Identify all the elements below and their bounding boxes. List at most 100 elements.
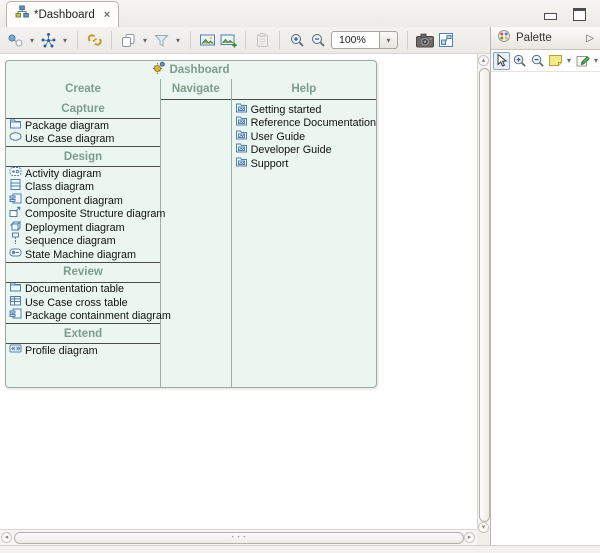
scroll-down-icon: ▾	[482, 524, 486, 531]
item-deployment-diagram[interactable]: Deployment diagram	[6, 221, 160, 235]
item-documentation-table[interactable]: Documentation table	[6, 283, 160, 297]
navigate-header: Navigate	[161, 79, 231, 100]
filter-button[interactable]	[152, 30, 171, 50]
item-profile-diagram[interactable]: Profile diagram	[6, 344, 160, 358]
item-developer-guide[interactable]: Developer Guide	[232, 144, 376, 158]
note-tool-dropdown-icon[interactable]: ▾	[565, 56, 573, 65]
scroll-right-icon: ▸	[468, 534, 472, 541]
navigate-column: Navigate	[161, 79, 232, 387]
window-bottom-strip	[0, 545, 600, 553]
create-header: Create	[6, 79, 160, 99]
diagram-canvas[interactable]: Dashboard Create Capture Package diagram…	[0, 54, 477, 529]
zoom-level-value[interactable]: 100%	[331, 31, 379, 49]
copy-dropdown-icon[interactable]: ▾	[140, 36, 150, 45]
vertical-scrollbar[interactable]: ▴ ▾	[477, 54, 490, 529]
diagram-toolbar: ▾ ▾ ▾ ▾ 100% ▾	[0, 27, 490, 54]
toolbar-separator	[111, 31, 112, 49]
layout-button[interactable]	[39, 30, 58, 50]
toolbar-separator	[279, 31, 280, 49]
extend-section-header: Extend	[6, 323, 160, 344]
application-window: *Dashboard × ▾ ▾ ▾ ▾ 100% ▾	[0, 0, 600, 553]
maximize-view-button[interactable]	[573, 8, 586, 21]
tab-close-icon[interactable]: ×	[104, 9, 110, 21]
minimize-view-button[interactable]	[544, 13, 557, 20]
scroll-up-button[interactable]: ▴	[478, 55, 489, 66]
palette-zoom-out-button[interactable]	[529, 52, 546, 70]
tab-title: *Dashboard	[34, 9, 95, 21]
create-column: Create Capture Package diagram Use Case …	[6, 79, 161, 387]
zoom-in-button[interactable]	[287, 30, 306, 50]
layout-dropdown-icon[interactable]: ▾	[60, 36, 70, 45]
palette-panel: Palette ▷ ▾ ▾	[490, 27, 600, 545]
item-state-machine-diagram[interactable]: State Machine diagram	[6, 248, 160, 262]
copy-button[interactable]	[119, 30, 138, 50]
scroll-left-icon: ◂	[5, 534, 9, 541]
state-machine-icon	[9, 246, 22, 264]
item-getting-started[interactable]: Getting started	[232, 103, 376, 117]
capture-section-header: Capture	[6, 99, 160, 119]
item-reference-documentation[interactable]: Reference Documentation	[232, 117, 376, 131]
note-tool-button[interactable]	[547, 52, 564, 70]
chevron-down-icon: ▾	[384, 36, 394, 45]
tab-dashboard[interactable]: *Dashboard ×	[6, 1, 119, 27]
arrange-dropdown-icon[interactable]: ▾	[27, 36, 37, 45]
toolbar-separator	[407, 31, 408, 49]
scrollbar-grip: • • •	[232, 535, 247, 541]
diagram-overview-button[interactable]	[436, 30, 455, 50]
view-window-controls	[544, 8, 586, 21]
link-button[interactable]	[85, 30, 104, 50]
item-component-diagram[interactable]: Component diagram	[6, 194, 160, 208]
text-note-tool-dropdown-icon[interactable]: ▾	[592, 56, 600, 65]
palette-collapse-icon[interactable]: ▷	[586, 33, 594, 44]
scroll-down-button[interactable]: ▾	[478, 522, 489, 533]
help-folder-icon	[235, 155, 248, 173]
filter-dropdown-icon[interactable]: ▾	[173, 36, 183, 45]
vertical-scrollbar-thumb[interactable]	[479, 68, 490, 522]
palette-tools: ▾ ▾	[491, 50, 600, 72]
toolbar-separator	[190, 31, 191, 49]
item-composite-structure-diagram[interactable]: Composite Structure diagram	[6, 208, 160, 222]
horizontal-scrollbar-thumb[interactable]: • • •	[14, 532, 464, 544]
zoom-level-dropdown-button[interactable]: ▾	[379, 31, 398, 49]
item-activity-diagram[interactable]: Activity diagram	[6, 167, 160, 181]
scroll-left-button[interactable]: ◂	[1, 532, 12, 543]
item-sequence-diagram[interactable]: Sequence diagram	[6, 235, 160, 249]
arrange-button[interactable]	[6, 30, 25, 50]
dashboard-columns: Create Capture Package diagram Use Case …	[6, 79, 376, 387]
snapshot-button[interactable]	[415, 30, 434, 50]
palette-zoom-in-button[interactable]	[511, 52, 528, 70]
palette-title: Palette	[516, 32, 581, 44]
help-column: Help Getting started Reference Documenta…	[232, 79, 376, 387]
item-class-diagram[interactable]: Class diagram	[6, 181, 160, 195]
paste-button-disabled[interactable]	[253, 30, 272, 50]
dashboard-title-row: Dashboard	[6, 61, 376, 79]
horizontal-scrollbar[interactable]: ◂ • • • ▸	[0, 529, 477, 545]
palette-header[interactable]: Palette ▷	[491, 27, 600, 50]
scroll-right-button[interactable]: ▸	[464, 532, 475, 543]
dashboard-panel: Dashboard Create Capture Package diagram…	[5, 60, 377, 388]
item-use-case-diagram[interactable]: Use Case diagram	[6, 133, 160, 147]
item-package-diagram[interactable]: Package diagram	[6, 119, 160, 133]
add-image-button[interactable]	[219, 30, 238, 50]
select-tool-button[interactable]	[493, 52, 510, 70]
zoom-out-button[interactable]	[308, 30, 327, 50]
scroll-up-icon: ▴	[482, 57, 486, 64]
use-case-ellipse-icon	[9, 130, 22, 148]
help-header: Help	[232, 79, 376, 100]
profile-diagram-icon	[9, 342, 22, 360]
zoom-level-combo: 100% ▾	[331, 31, 398, 49]
dashboard-tab-icon	[15, 5, 29, 24]
design-section-header: Design	[6, 146, 160, 167]
item-support[interactable]: Support	[232, 157, 376, 171]
toolbar-separator	[77, 31, 78, 49]
review-section-header: Review	[6, 262, 160, 283]
item-use-case-cross-table[interactable]: Use Case cross table	[6, 296, 160, 310]
palette-icon	[497, 29, 511, 48]
item-package-containment-diagram[interactable]: Package containment diagram	[6, 310, 160, 324]
text-note-tool-button[interactable]	[574, 52, 591, 70]
gear-actor-icon	[152, 61, 165, 79]
dashboard-title: Dashboard	[169, 64, 229, 76]
component-icon	[9, 307, 22, 325]
item-user-guide[interactable]: User Guide	[232, 130, 376, 144]
image-button[interactable]	[198, 30, 217, 50]
